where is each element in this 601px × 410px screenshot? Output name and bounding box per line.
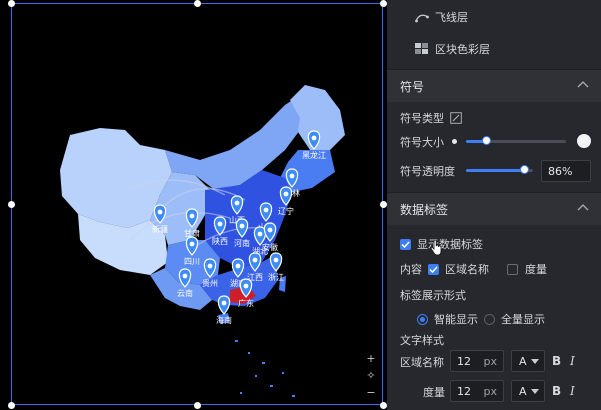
resize-handle-br[interactable] <box>380 402 387 409</box>
slider-fill <box>466 169 524 172</box>
region-bold-button[interactable]: B <box>552 354 561 368</box>
symbol-opacity-row: 符号透明度 <box>400 163 455 179</box>
hand-cursor-icon <box>430 240 442 256</box>
resize-handle-bm[interactable] <box>194 402 201 409</box>
content-measure-label: 度量 <box>525 263 547 276</box>
content-label: 内容 <box>400 263 422 276</box>
zoom-in-button[interactable]: + <box>365 352 377 365</box>
edit-icon[interactable] <box>450 112 462 124</box>
radio-smart-display-label: 智能显示 <box>434 313 478 326</box>
text-style-title-row: 文字样式 <box>400 332 444 348</box>
measure-bold-button[interactable]: B <box>552 384 561 398</box>
slider-knob[interactable] <box>520 165 529 174</box>
chevron-up-icon[interactable] <box>577 80 589 88</box>
slider-knob[interactable] <box>482 136 491 145</box>
caret-down-icon <box>531 359 539 364</box>
caret-down-icon <box>531 389 539 394</box>
layer-item-flyline[interactable]: 飞线层 <box>415 7 468 27</box>
display-mode-label: 标签展示形式 <box>400 289 466 302</box>
symbol-size-row: 符号大小 <box>400 134 444 150</box>
content-measure-checkbox[interactable] <box>507 263 518 275</box>
font-size-unit: px <box>483 384 498 398</box>
region-font-size-input[interactable]: 12 px <box>450 350 504 372</box>
zoom-out-button[interactable]: − <box>365 386 377 399</box>
radio-full-display[interactable] <box>484 313 495 325</box>
resize-handle-tl[interactable] <box>8 0 15 7</box>
text-style-label: 文字样式 <box>400 334 444 347</box>
opacity-value: 86% <box>548 164 573 178</box>
check-icon <box>401 240 410 248</box>
symbol-opacity-slider[interactable] <box>466 165 533 174</box>
measure-font-size-input[interactable]: 12 px <box>450 380 504 402</box>
chevron-up-icon[interactable] <box>577 203 589 211</box>
check-icon <box>429 265 438 273</box>
flyline-icon <box>415 14 429 23</box>
region-italic-button[interactable]: I <box>570 354 575 368</box>
display-mode-title-row: 标签展示形式 <box>400 287 466 303</box>
show-data-label-checkbox[interactable] <box>400 238 411 250</box>
locate-button[interactable]: ✧ <box>365 369 377 382</box>
content-region-name-checkbox[interactable] <box>428 263 439 275</box>
layer-item-block-color[interactable]: 区块色彩层 <box>415 39 490 59</box>
text-style-region-label: 区域名称 <box>400 356 444 369</box>
font-select-value: A <box>519 384 527 398</box>
layer-label: 区块色彩层 <box>435 43 490 56</box>
resize-handle-ml[interactable] <box>8 201 15 208</box>
symbol-type-label: 符号类型 <box>400 112 444 125</box>
font-size-value: 12 <box>457 384 471 398</box>
display-mode-row: 智能显示 全量显示 <box>417 311 545 327</box>
section-data-label-header[interactable]: 数据标签 <box>387 192 601 225</box>
layer-label: 飞线层 <box>435 11 468 24</box>
resize-handle-tr[interactable] <box>380 0 387 7</box>
text-style-region-row: 区域名称 <box>400 354 444 370</box>
size-max-dot <box>577 134 591 148</box>
font-size-unit: px <box>483 354 498 368</box>
resize-handle-bl[interactable] <box>8 402 15 409</box>
show-data-label-text: 显示数据标签 <box>417 238 483 251</box>
symbol-opacity-label: 符号透明度 <box>400 165 455 178</box>
measure-font-select[interactable]: A <box>511 380 545 402</box>
text-style-measure-label: 度量 <box>423 386 445 399</box>
radio-full-display-label: 全量显示 <box>501 313 545 326</box>
text-style-measure-row: 度量 <box>423 384 445 400</box>
section-title: 符号 <box>400 79 425 94</box>
map-canvas[interactable]: 黑龙江吉林辽宁新疆甘肃山西陕西山东河南四川湖北安徽浙江贵州湖南江西云南广东海南 … <box>0 0 387 410</box>
selection-frame[interactable] <box>11 3 383 405</box>
font-select-value: A <box>519 354 527 368</box>
symbol-type-row: 符号类型 <box>400 110 462 126</box>
section-title: 数据标签 <box>400 202 449 217</box>
size-min-dot <box>452 139 457 144</box>
resize-handle-mr[interactable] <box>380 201 387 208</box>
block-color-icon <box>415 43 428 54</box>
resize-handle-tm[interactable] <box>194 0 201 7</box>
font-size-value: 12 <box>457 354 471 368</box>
symbol-opacity-input[interactable]: 86% <box>541 160 591 182</box>
region-font-select[interactable]: A <box>511 350 545 372</box>
settings-panel: 飞线层 区块色彩层 符号 符号类型 符号大小 符号透明度 86% 数据标签 显示… <box>387 0 601 410</box>
symbol-size-slider[interactable] <box>466 136 566 145</box>
content-row: 内容 区域名称 度量 <box>400 261 547 277</box>
content-region-name-label: 区域名称 <box>445 263 489 276</box>
symbol-size-label: 符号大小 <box>400 136 444 149</box>
radio-smart-display[interactable] <box>417 313 428 325</box>
section-symbol-header[interactable]: 符号 <box>387 69 601 102</box>
measure-italic-button[interactable]: I <box>570 384 575 398</box>
